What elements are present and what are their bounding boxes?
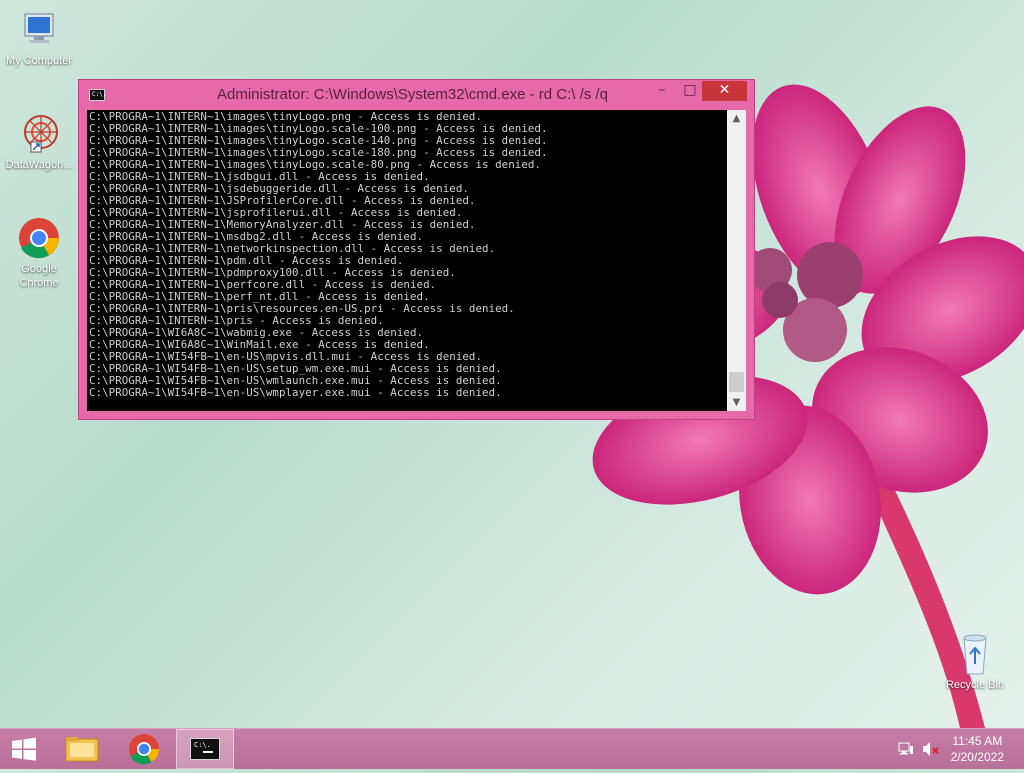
console-line: C:\PROGRA~1\WI54FB~1\en-US\wmplayer.exe.… [89,386,502,399]
start-button[interactable] [0,729,48,769]
vertical-scrollbar[interactable]: ▲ ▼ [727,110,746,411]
recycle-bin-desktop-icon[interactable]: Recycle Bin [936,632,1014,692]
cmd-window[interactable]: C:\. Administrator: C:\Windows\System32\… [78,79,755,420]
taskbar: C:\. 11:45 AM 2/20/2022 [0,728,1024,769]
chrome-taskbar-button[interactable] [118,729,170,769]
scroll-down-arrow[interactable]: ▼ [727,394,746,411]
minimize-button[interactable]: – [649,81,675,101]
clock-time: 11:45 AM [952,734,1003,748]
computer-icon [17,8,61,52]
desktop-icon-label: Google Chrome [19,263,59,289]
datawagon-desktop-icon[interactable]: DataWagon... [0,112,78,172]
cmd-app-icon[interactable]: C:\. [89,89,106,101]
console-lines: C:\PROGRA~1\INTERN~1\images\tinyLogo.png… [89,111,548,399]
desktop-icon-label: DataWagon... [5,159,73,171]
volume-muted-icon[interactable] [922,741,940,757]
file-explorer-button[interactable] [56,729,108,769]
close-button[interactable]: ✕ [702,81,747,101]
folder-icon [65,737,99,762]
cmd-taskbar-button[interactable]: C:\. [176,729,234,769]
datawagon-icon [17,112,61,156]
console-output[interactable]: C:\PROGRA~1\INTERN~1\images\tinyLogo.png… [87,110,727,411]
chrome-icon [17,216,61,260]
clock-date: 2/20/2022 [950,750,1004,764]
desktop-icon-label: My Computer [5,55,73,67]
recycle-bin-icon [953,632,997,676]
scroll-thumb[interactable] [729,372,744,392]
my-computer-desktop-icon[interactable]: My Computer [0,8,78,68]
taskbar-clock[interactable]: 11:45 AM 2/20/2022 [951,733,1004,765]
chrome-icon [129,734,159,765]
desktop-icon-label: Recycle Bin [945,679,1005,691]
title-bar[interactable]: C:\. Administrator: C:\Windows\System32\… [79,80,754,108]
chrome-desktop-icon[interactable]: Google Chrome [0,216,78,290]
scroll-up-arrow[interactable]: ▲ [727,110,746,127]
window-title: Administrator: C:\Windows\System32\cmd.e… [217,86,608,103]
network-icon[interactable] [898,741,914,757]
cmd-icon: C:\. [190,738,220,760]
maximize-button[interactable]: □ [677,81,703,101]
windows-logo-icon [12,737,36,761]
